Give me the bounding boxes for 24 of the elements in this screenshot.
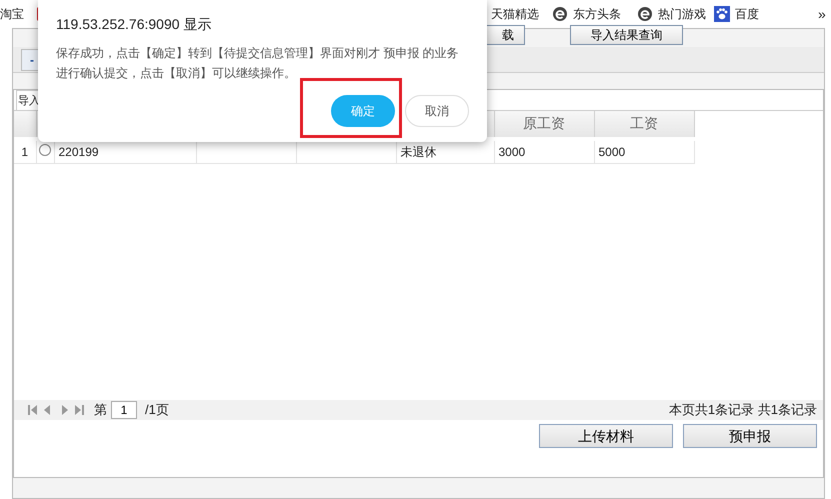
- column-header: 原工资: [494, 111, 594, 137]
- cancel-button[interactable]: 取消: [405, 95, 469, 127]
- page-label: 第: [94, 401, 107, 420]
- bookmark-link[interactable]: 天猫精选: [491, 5, 539, 23]
- record-summary: 本页共1条记录 共1条记录: [668, 401, 817, 420]
- page-input[interactable]: 1: [111, 401, 137, 419]
- column-header: 工资: [594, 111, 694, 137]
- dialog-title: 119.53.252.76:9090 显示: [56, 15, 212, 34]
- more-bookmarks-icon[interactable]: »: [818, 4, 826, 24]
- action-button[interactable]: 上传材料: [539, 424, 673, 448]
- toolbar-button[interactable]: 导入结果查询: [570, 25, 683, 45]
- table-cell: 3000: [494, 141, 594, 163]
- row-number: 1: [14, 141, 36, 163]
- page-total: /1页: [145, 401, 169, 420]
- bookmark-link[interactable]: 热门游戏: [637, 5, 706, 23]
- dialog-message: 保存成功，点击【确定】转到【待提交信息管理】界面对刚才 预申报 的业务进行确认提交，点击【取消】可以继续操作。: [56, 45, 460, 82]
- table-cell: 5000: [594, 141, 694, 163]
- bookmark-link[interactable]: 百度: [714, 5, 759, 23]
- e-logo-icon: [637, 6, 653, 22]
- action-button[interactable]: 预申报: [683, 424, 817, 448]
- bookmark-link[interactable]: 东方头条: [552, 5, 621, 23]
- radio-button[interactable]: [38, 144, 50, 156]
- e-logo-icon: [552, 6, 568, 22]
- paw-icon: [714, 6, 730, 22]
